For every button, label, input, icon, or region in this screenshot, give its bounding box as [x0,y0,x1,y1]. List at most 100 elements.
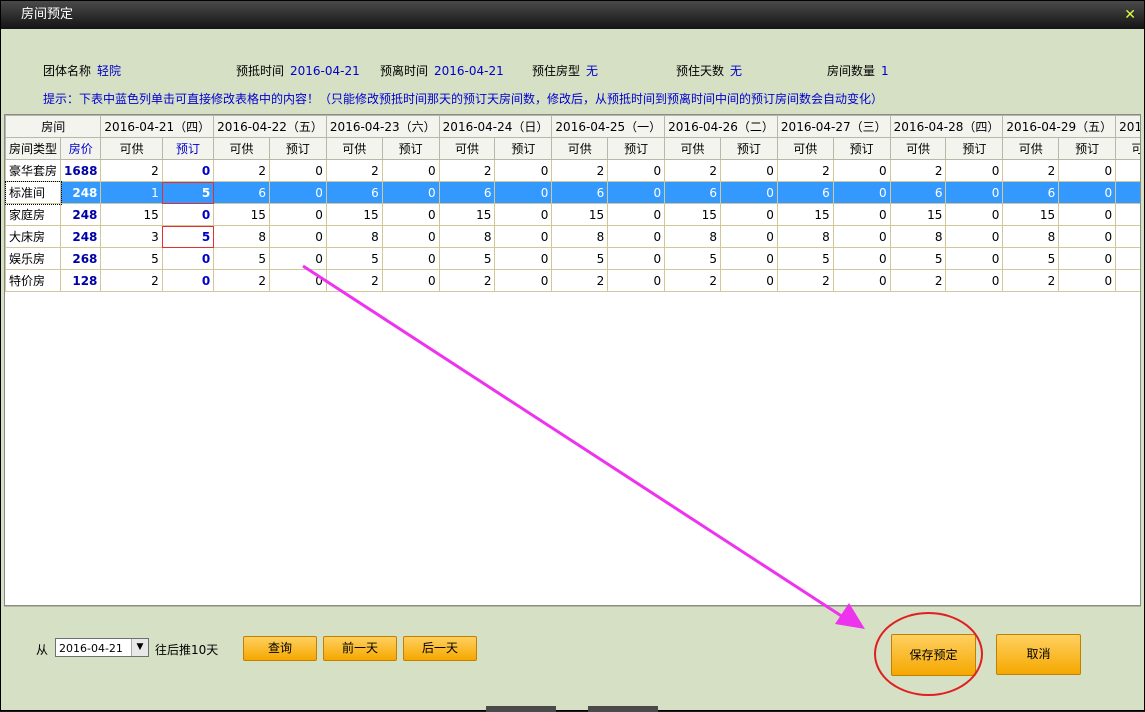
available-cell: 2 [1115,269,1140,292]
booked-cell: 0 [494,225,553,248]
available-header: 可供 [1002,137,1060,160]
booked-header: 预订 [719,137,778,160]
booked-cell: 0 [607,247,666,270]
window-title: 房间预定 [21,7,74,22]
booked-cell: 0 [1058,247,1117,270]
available-cell: 6 [438,181,496,204]
available-cell: 15 [213,203,270,226]
booked-cell: 0 [268,247,327,270]
chevron-down-icon[interactable]: ▼ [131,639,148,656]
header-row-columns: 房间类型 房价 可供 预订 可供 预订 可供 预订 可供 预订 可供 预订 可供 预订 可供 预订 可供 预订 可供… [5,137,1140,160]
available-cell: 8 [438,225,496,248]
booked-header: 预订 [494,137,553,160]
room-count-label: 房间数量 [827,64,876,78]
date-header: 2016-04-22（五） [213,115,327,138]
stay-days-field: 预住天数无 [676,62,742,79]
price-cell: 1688 [60,159,102,182]
available-cell: 8 [325,225,383,248]
available-cell: 2 [438,269,496,292]
room-type-cell[interactable]: 标准间 [5,180,62,205]
available-cell: 2 [551,269,609,292]
booked-cell: 0 [832,203,891,226]
table-row[interactable]: 娱乐房26850505050505050505050 [5,247,1140,270]
booked-cell: 0 [719,225,778,248]
booked-cell-editable[interactable]: 0 [161,159,215,182]
booked-header: 预订 [607,137,666,160]
booked-cell: 0 [607,203,666,226]
booked-header: 预订 [1058,137,1117,160]
booked-cell: 0 [719,159,778,182]
available-cell: 3 [100,225,163,248]
room-type-cell[interactable]: 娱乐房 [5,247,62,270]
cancel-button[interactable]: 取消 [996,634,1081,675]
room-type-cell[interactable]: 特价房 [5,269,62,292]
booked-cell: 0 [381,203,440,226]
room-type-cell[interactable]: 大床房 [5,225,62,248]
room-type-cell[interactable]: 豪华套房 [5,159,62,182]
available-cell: 6 [1002,181,1060,204]
from-label: 从 [36,643,49,657]
date-select[interactable]: 2016-04-21 ▼ [55,638,149,657]
available-cell: 8 [1115,225,1140,248]
available-cell: 15 [325,203,383,226]
booked-cell: 0 [494,181,553,204]
available-cell: 6 [1115,181,1140,204]
available-cell: 2 [1002,269,1060,292]
booked-cell: 0 [945,181,1004,204]
booked-cell-editable[interactable]: 0 [161,203,215,226]
booked-cell: 0 [1058,269,1117,292]
available-cell: 5 [664,247,721,270]
arrive-time-label: 预抵时间 [236,64,285,78]
booked-cell-editable[interactable]: 0 [161,247,215,270]
header-row-dates: 房间 2016-04-21（四） 2016-04-22（五） 2016-04-23（六… [5,115,1140,138]
booked-cell: 0 [381,159,440,182]
scrollbar-segment [486,706,556,712]
available-cell: 2 [889,269,947,292]
booked-cell: 0 [381,181,440,204]
room-type-cell[interactable]: 家庭房 [5,203,62,226]
booked-cell-editable[interactable]: 5 [161,181,215,204]
table-row[interactable]: 标准间24815606060606060606060 [5,180,1140,205]
booked-cell: 0 [607,225,666,248]
annotation-circle [874,612,983,696]
price-cell: 268 [60,247,102,270]
date-header: 2016-04-25（一） [551,115,666,138]
date-header: 2016-04-27（三） [776,115,891,138]
booked-cell: 0 [945,203,1004,226]
arrive-time-value: 2016-04-21 [290,64,360,78]
booked-cell-editable[interactable]: 5 [161,225,215,248]
close-icon[interactable]: ✕ [1124,1,1136,29]
available-cell: 2 [325,159,383,182]
available-cell: 5 [776,247,834,270]
room-grid: 房间 2016-04-21（四） 2016-04-22（五） 2016-04-23（六… [4,114,1141,606]
room-type-field: 预住房型无 [532,62,598,79]
room-booking-dialog: 房间预定 ✕ 团体名称 轻院 预抵时间 2016-04-21 预离时间 2016-04… [0,0,1145,712]
table-row[interactable]: 豪华套房168820202020202020202020 [5,159,1140,182]
next-day-button[interactable]: 后一天 [403,636,477,661]
available-cell: 2 [664,159,721,182]
available-cell: 2 [889,159,947,182]
room-type-header: 房间类型 [5,137,62,160]
booked-cell: 0 [494,159,553,182]
available-cell: 8 [551,225,609,248]
prev-day-button[interactable]: 前一天 [323,636,397,661]
booked-cell: 0 [945,159,1004,182]
available-cell: 2 [213,269,270,292]
booked-cell: 0 [381,225,440,248]
available-cell: 1 [100,181,163,204]
available-cell: 5 [438,247,496,270]
available-header: 可供 [438,137,496,160]
table-row[interactable]: 特价房12820202020202020202020 [5,269,1140,292]
available-cell: 5 [1002,247,1060,270]
room-count-value: 1 [881,64,889,78]
available-cell: 8 [213,225,270,248]
query-button[interactable]: 查询 [243,636,317,661]
date-header: 2016-04-29（五） [1002,115,1117,138]
booked-cell-editable[interactable]: 0 [161,269,215,292]
leave-time-label: 预离时间 [380,64,429,78]
leave-time-value: 2016-04-21 [434,64,504,78]
table-row[interactable]: 家庭房248150150150150150150150150150150 [5,203,1140,226]
table-row[interactable]: 大床房24835808080808080808080 [5,225,1140,248]
booked-cell: 0 [268,225,327,248]
stay-days-value: 无 [730,64,743,78]
